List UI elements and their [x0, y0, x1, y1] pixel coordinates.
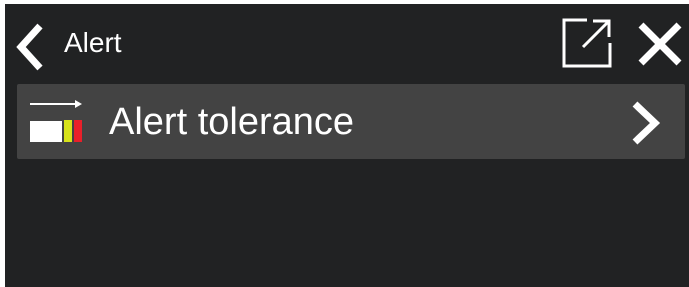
- tolerance-gauge-icon: [28, 98, 84, 144]
- chevron-right-icon: [627, 101, 663, 145]
- chevron-left-icon: [16, 23, 43, 71]
- open-external-button[interactable]: [561, 17, 613, 69]
- page-title: Alert: [64, 27, 122, 58]
- header-bar: Alert: [5, 4, 689, 82]
- list-item-label: Alert tolerance: [109, 101, 355, 143]
- list-item-alert-tolerance[interactable]: Alert tolerance: [17, 84, 685, 159]
- external-link-icon: [562, 18, 612, 68]
- alert-panel: Alert Alert tolerance: [5, 4, 689, 287]
- close-button[interactable]: [635, 19, 685, 69]
- back-button[interactable]: [13, 22, 49, 72]
- close-icon: [638, 22, 682, 66]
